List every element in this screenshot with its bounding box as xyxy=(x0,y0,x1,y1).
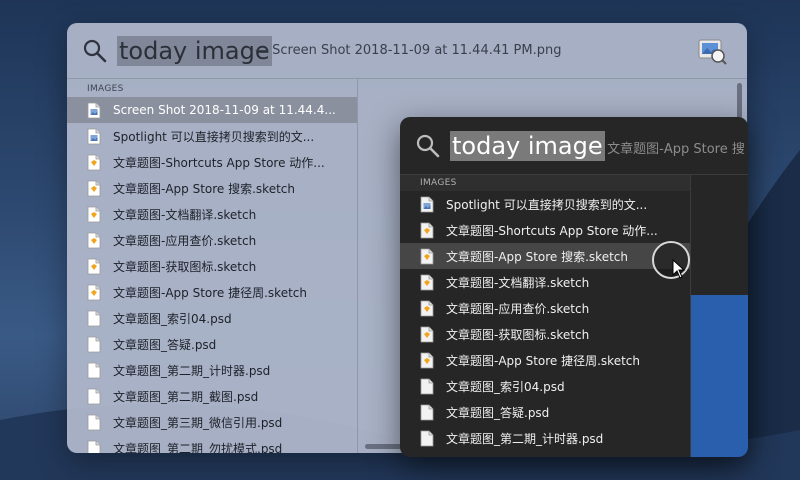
result-row[interactable]: 文章题图_答疑.psd xyxy=(400,399,690,425)
image-file-icon xyxy=(420,196,434,212)
result-row[interactable]: 文章题图-获取图标.sketch xyxy=(67,253,357,279)
result-row[interactable]: 文章题图-获取图标.sketch xyxy=(400,321,690,347)
result-row[interactable]: 文章题图-应用查价.sketch xyxy=(67,227,357,253)
search-icon xyxy=(416,134,440,158)
result-label: 文章题图-获取图标.sketch xyxy=(113,259,257,274)
mouse-pointer-icon xyxy=(672,259,686,279)
result-label: 文章题图_答疑.psd xyxy=(113,337,217,352)
result-label: 文章题图-文档翻译.sketch xyxy=(113,207,257,222)
sketch-file-icon xyxy=(420,300,434,316)
result-label: 文章题图-App Store 搜索.sketch xyxy=(446,249,628,264)
result-row[interactable]: 文章题图_第二期_勿扰模式.psd xyxy=(67,435,357,453)
result-label: 文章题图-获取图标.sketch xyxy=(446,327,590,342)
search-query-text[interactable]: today image xyxy=(450,131,605,161)
result-row[interactable]: 文章题图_第三期_微信引用.psd xyxy=(67,409,357,435)
document-icon xyxy=(87,310,101,326)
result-row[interactable]: 文章题图_第二期_计时器.psd xyxy=(400,425,690,451)
document-icon xyxy=(420,404,434,420)
result-row[interactable]: 文章题图_答疑.psd xyxy=(67,331,357,357)
result-label: 文章题图_答疑.psd xyxy=(446,405,550,420)
spotlight-search-bar[interactable]: today image — 文章题图-App Store 搜 xyxy=(400,117,748,175)
result-row[interactable]: 文章题图_索引04.psd xyxy=(67,305,357,331)
result-label: 文章题图-文档翻译.sketch xyxy=(446,275,590,290)
search-query-text[interactable]: today image xyxy=(117,36,272,66)
result-list: Spotlight 可以直接拷贝搜索到的文... 文章题图-Shortcuts A… xyxy=(400,191,690,457)
result-row[interactable]: 文章题图-文档翻译.sketch xyxy=(400,269,690,295)
result-row[interactable]: 文章题图_索引04.psd xyxy=(400,373,690,399)
image-file-icon xyxy=(87,102,101,118)
result-row[interactable]: 文章题图-应用查价.sketch xyxy=(400,295,690,321)
search-icon xyxy=(83,39,107,63)
sketch-file-icon xyxy=(87,154,101,170)
result-row[interactable]: 文章题图_第二期_计时器.psd xyxy=(67,357,357,383)
result-label: 文章题图_索引04.psd xyxy=(446,379,565,394)
document-icon xyxy=(87,336,101,352)
result-label: 文章题图-App Store 捷径周.sketch xyxy=(113,285,307,300)
spotlight-search-bar[interactable]: today image — Screen Shot 2018-11-09 at … xyxy=(67,23,747,79)
result-row[interactable]: 文章题图-App Store 捷径周.sketch xyxy=(400,347,690,373)
result-row[interactable]: 文章题图-文档翻译.sketch xyxy=(67,201,357,227)
result-label: 文章题图_索引04.psd xyxy=(113,311,232,326)
result-label: Screen Shot 2018-11-09 at 11.44.4... xyxy=(113,103,336,117)
result-row[interactable]: Spotlight 可以直接拷贝搜索到的文... xyxy=(400,191,690,217)
document-icon xyxy=(87,362,101,378)
result-list: IMAGES Screen Shot 2018-11-09 at 11.44.4… xyxy=(67,79,357,453)
result-label: 文章题图-Shortcuts App Store 动作... xyxy=(446,223,658,238)
document-icon xyxy=(87,440,101,453)
result-row[interactable]: 文章题图-App Store 捷径周.sketch xyxy=(67,279,357,305)
document-icon xyxy=(420,378,434,394)
result-label: 文章题图_第二期_勿扰模式.psd xyxy=(113,441,283,454)
result-label: Spotlight 可以直接拷贝搜索到的文... xyxy=(113,129,315,144)
result-label: 文章题图-Shortcuts App Store 动作... xyxy=(113,155,325,170)
result-label: 文章题图-应用查价.sketch xyxy=(446,301,590,316)
section-header-images: IMAGES xyxy=(400,175,690,191)
document-icon xyxy=(420,430,434,446)
result-row[interactable]: 文章题图-App Store 搜索.sketch xyxy=(67,175,357,201)
result-label: 文章题图_第二期_计时器.psd xyxy=(113,363,271,378)
result-row[interactable]: 文章题图_第二期_截图.psd xyxy=(67,383,357,409)
document-icon xyxy=(87,388,101,404)
result-row[interactable]: 文章题图-Shortcuts App Store 动作... xyxy=(400,217,690,243)
sketch-file-icon xyxy=(87,258,101,274)
result-row[interactable]: Spotlight 可以直接拷贝搜索到的文... xyxy=(67,123,357,149)
preview-app-icon xyxy=(698,39,727,65)
sketch-file-icon xyxy=(420,326,434,342)
top-hit-suffix: — Screen Shot 2018-11-09 at 11.44.41 PM.… xyxy=(255,43,562,58)
sketch-file-icon xyxy=(420,274,434,290)
top-hit-suffix: — 文章题图-App Store 搜 xyxy=(590,142,745,157)
sketch-file-icon xyxy=(420,352,434,368)
result-label: Spotlight 可以直接拷贝搜索到的文... xyxy=(446,197,648,212)
result-row[interactable]: Screen Shot 2018-11-09 at 11.44.4... xyxy=(67,97,357,123)
result-label: 文章题图_第二期_计时器.psd xyxy=(446,431,604,446)
image-file-icon xyxy=(87,128,101,144)
sketch-file-icon xyxy=(420,222,434,238)
preview-image xyxy=(691,295,748,457)
result-label: 文章题图_第二期_截图.psd xyxy=(113,389,259,404)
sketch-file-icon xyxy=(420,248,434,264)
result-row[interactable]: 文章题图-App Store 搜索.sketch xyxy=(400,243,690,269)
pane-divider xyxy=(357,79,358,453)
sketch-file-icon xyxy=(87,180,101,196)
spotlight-window-dark: today image — 文章题图-App Store 搜 IMAGES Sp… xyxy=(400,117,748,457)
sketch-file-icon xyxy=(87,206,101,222)
result-label: 文章题图_第三期_微信引用.psd xyxy=(113,415,283,430)
sketch-file-icon xyxy=(87,232,101,248)
section-header-images: IMAGES xyxy=(87,84,124,94)
document-icon xyxy=(87,414,101,430)
sketch-file-icon xyxy=(87,284,101,300)
result-label: 文章题图-App Store 搜索.sketch xyxy=(113,181,295,196)
result-row[interactable]: 文章题图-Shortcuts App Store 动作... xyxy=(67,149,357,175)
result-label: 文章题图-App Store 捷径周.sketch xyxy=(446,353,640,368)
result-label: 文章题图-应用查价.sketch xyxy=(113,233,257,248)
